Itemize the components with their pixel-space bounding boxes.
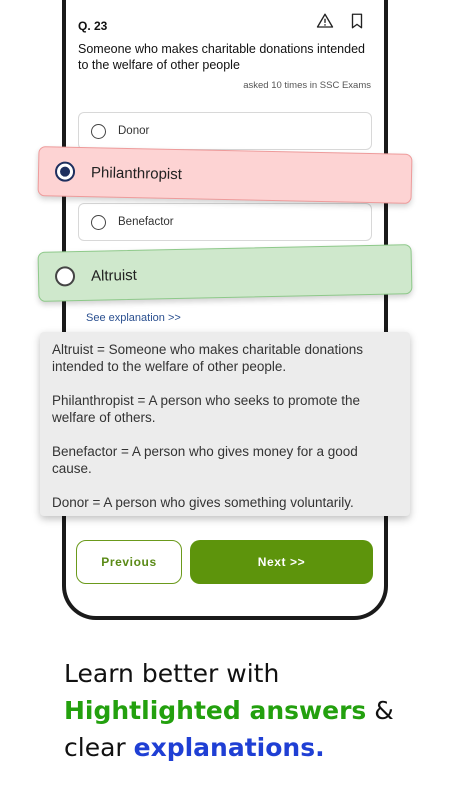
bookmark-icon[interactable] (348, 12, 366, 30)
asked-count: asked 10 times in SSC Exams (243, 80, 371, 91)
explanation-panel: Altruist = Someone who makes charitable … (40, 332, 410, 516)
radio-button[interactable] (91, 214, 106, 230)
radio-button-checked[interactable] (54, 161, 76, 182)
option-label: Benefactor (118, 216, 174, 228)
warning-icon[interactable] (316, 12, 334, 30)
question-number: Q. 23 (78, 19, 108, 33)
phone-frame (62, 0, 388, 620)
option-label: Philanthropist (90, 163, 183, 183)
option-philanthropist-highlight[interactable]: Philanthropist (37, 146, 413, 204)
previous-button[interactable]: Previous (76, 540, 182, 584)
option-label: Altruist (90, 266, 138, 285)
tagline-ampersand: & (366, 696, 394, 725)
explanation-line: Donor = A person who gives something vol… (52, 495, 354, 510)
option-label: Donor (118, 125, 150, 137)
question-text: Someone who makes charitable donations i… (78, 42, 365, 72)
tagline-line-2: Hightlighted answers & (64, 692, 394, 729)
explanation-line: Benefactor = A person who gives money fo… (52, 444, 358, 476)
tagline-line-3: clear explanations. (64, 729, 394, 766)
question-actions (316, 12, 366, 30)
tagline-line-1: Learn better with (64, 659, 280, 688)
explanation-line: Altruist = Someone who makes charitable … (52, 342, 364, 374)
next-button[interactable]: Next >> (190, 540, 373, 584)
option-altruist-highlight[interactable]: Altruist (37, 244, 413, 302)
radio-button[interactable] (54, 266, 76, 287)
explanation-line: Philanthropist = A person who seeks to p… (52, 393, 361, 425)
radio-button[interactable] (91, 123, 106, 139)
promo-tagline: Learn better with Hightlighted answers &… (64, 655, 394, 766)
see-explanation-link[interactable]: See explanation >> (86, 312, 181, 324)
option-donor[interactable]: Donor (78, 112, 372, 150)
tagline-highlight-green: Hightlighted answers (64, 696, 367, 725)
tagline-highlight-blue: explanations. (133, 733, 325, 762)
option-benefactor[interactable]: Benefactor (78, 203, 372, 241)
tagline-prefix: clear (64, 733, 134, 762)
